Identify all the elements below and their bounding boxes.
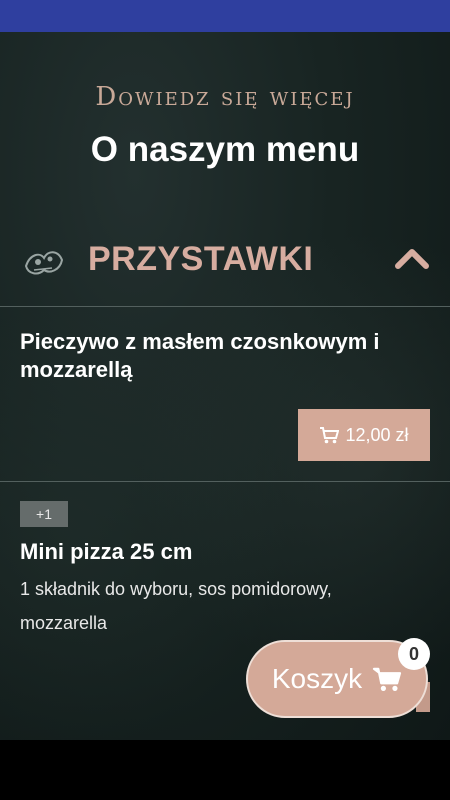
status-bar — [0, 0, 450, 32]
add-to-cart-button[interactable]: 12,00 zł — [298, 409, 430, 461]
divider — [0, 306, 450, 307]
menu-item-description: 1 składnik do wyboru, sos pomidorowy, mo… — [20, 579, 332, 633]
price-label: 12,00 zł — [345, 424, 409, 445]
options-badge: +1 — [20, 501, 68, 527]
cart-icon — [319, 426, 340, 444]
food-illustration-icon — [22, 244, 66, 280]
section-subtitle: Dowiedz się więcej — [95, 82, 355, 112]
chevron-up-icon[interactable] — [394, 244, 430, 272]
category-title: PRZYSTAWKI — [88, 240, 314, 278]
menu-screen: Dowiedz się więcej O naszym menu PRZYSTA… — [0, 32, 450, 740]
divider — [0, 481, 450, 482]
menu-item-name[interactable]: Pieczywo z masłem czosnkowym i mozzarell… — [20, 328, 430, 384]
cart-label: Koszyk — [271, 663, 363, 694]
page-title: O naszym menu — [90, 130, 360, 169]
menu-item-name[interactable]: Mini pizza 25 cm — [20, 538, 430, 566]
cart-count-badge: 0 — [398, 638, 430, 670]
cart-icon — [372, 666, 402, 692]
category-header-przystawki[interactable]: PRZYSTAWKI — [0, 232, 450, 306]
navigation-bar — [0, 740, 450, 800]
